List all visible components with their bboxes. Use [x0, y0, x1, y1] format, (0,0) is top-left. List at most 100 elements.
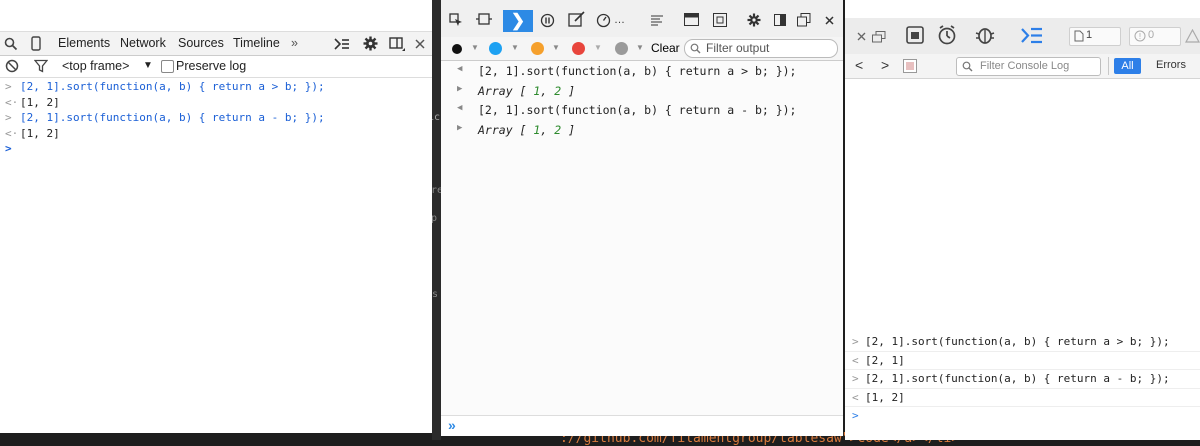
style-editor-icon[interactable] [568, 11, 585, 28]
console-filter-bar: ▼ ▼ ▼ ▼ ▼ Clear Filter output [441, 37, 843, 61]
document-icon [1074, 30, 1084, 42]
more-tabs-button[interactable]: » [291, 36, 298, 50]
scratchpad-icon[interactable] [684, 13, 699, 26]
console-drawer-icon[interactable] [334, 37, 350, 51]
console-row: ▶ Array [ 1, 2 ] [441, 82, 843, 102]
firefox-toolbar: ❯ … [441, 0, 843, 38]
console-input-bar[interactable]: » [441, 415, 843, 436]
chevron-down-icon[interactable]: ▼ [143, 60, 153, 71]
chevron-down-icon[interactable]: ▼ [636, 43, 644, 52]
undock-icon[interactable] [872, 31, 886, 43]
filter-icon[interactable] [34, 59, 48, 73]
array-value-2: 2 [554, 122, 562, 137]
undock-icon[interactable] [797, 13, 811, 27]
close-icon[interactable] [857, 32, 866, 41]
forward-arrow-icon[interactable]: > [881, 57, 889, 73]
tab-network[interactable]: Network [120, 36, 166, 50]
close-icon[interactable] [825, 16, 834, 25]
page-area [0, 0, 432, 31]
preserve-log-label: Preserve log [176, 59, 247, 73]
console-entry-text: [2, 1].sort(function(a, b) { return a > … [20, 80, 325, 93]
array-keyword: Array [478, 122, 513, 137]
input-prompt-icon: > [5, 111, 12, 124]
filter-all-button[interactable]: All [1114, 58, 1141, 74]
console-output: ◀ [2, 1].sort(function(a, b) { return a >… [441, 62, 843, 140]
net-filter-dot[interactable] [452, 44, 462, 54]
warning-icon[interactable] [1185, 29, 1200, 43]
console-prompt-row[interactable]: > [0, 141, 432, 157]
tab-sources[interactable]: Sources [178, 36, 224, 50]
resources-icon[interactable] [906, 26, 924, 44]
svg-text:!: ! [1139, 32, 1141, 41]
console-page-icon [903, 59, 917, 73]
logging-filter-dot[interactable] [615, 42, 628, 55]
dock-side-icon[interactable] [774, 14, 786, 26]
window-titlebar [845, 0, 1200, 18]
output-arrow-icon: < [852, 353, 859, 367]
tab-timeline[interactable]: Timeline [233, 36, 280, 50]
clear-console-icon[interactable] [5, 59, 19, 73]
chevron-down-icon[interactable]: ▼ [552, 43, 560, 52]
filter-placeholder: Filter output [706, 41, 770, 55]
gear-icon[interactable] [363, 36, 378, 51]
firefox-devtools-panel: ❯ … ▼ ▼ ▼ ▼ ▼ Clear Filter output ◀ [2, 1… [441, 0, 843, 436]
console-output: > [2, 1].sort(function(a, b) { return a >… [0, 79, 432, 157]
prompt-caret: > [852, 409, 859, 422]
console-toolbar: <top frame> ▼ Preserve log [0, 55, 432, 78]
frame-selector[interactable]: <top frame> [62, 59, 129, 73]
input-prompt-icon: > [852, 335, 859, 348]
console-row: <· [1, 2] [0, 95, 432, 111]
close-icon[interactable] [415, 39, 425, 49]
console-row: > [2, 1].sort(function(a, b) { return a >… [0, 79, 432, 95]
console-entry-text: [2, 1] [865, 353, 905, 367]
responsive-icon[interactable] [476, 12, 492, 26]
js-filter-dot[interactable] [531, 42, 544, 55]
chevron-down-icon[interactable]: ▼ [594, 43, 602, 52]
preserve-log-checkbox[interactable] [161, 60, 174, 73]
console-row: ◀ [2, 1].sort(function(a, b) { return a -… [441, 101, 843, 121]
input-arrow-icon: ◀ [457, 64, 463, 74]
prompt-caret: » [448, 417, 456, 433]
dock-side-icon[interactable] [389, 37, 406, 52]
network-icon[interactable] [650, 13, 664, 27]
debugger-bug-icon[interactable] [975, 25, 995, 45]
array-value-1: 1 [533, 122, 541, 137]
css-filter-dot[interactable] [489, 42, 502, 55]
console-entry-text: [1, 2] [865, 390, 905, 404]
performance-icon[interactable] [596, 13, 611, 28]
chevron-down-icon[interactable]: ▼ [511, 43, 519, 52]
debugger-icon[interactable] [540, 13, 555, 28]
error-icon: ! [1134, 30, 1146, 42]
filter-console-input[interactable]: Filter Console Log [956, 57, 1101, 76]
devtools-tab-bar: Elements Network Sources Timeline » [0, 31, 432, 56]
document-count: 1 [1086, 29, 1093, 41]
console-entry-text: Array [ 1, 2 ] [478, 122, 575, 137]
tab-elements[interactable]: Elements [58, 36, 110, 50]
search-icon[interactable] [4, 37, 18, 51]
timeline-icon[interactable] [937, 25, 957, 45]
gear-icon[interactable] [747, 13, 761, 27]
console-entry-text: [2, 1].sort(function(a, b) { return a - … [478, 103, 797, 117]
device-mode-icon[interactable] [31, 36, 41, 51]
console-entry-text: [2, 1].sort(function(a, b) { return a > … [478, 64, 797, 78]
filter-errors-button[interactable]: Errors [1156, 59, 1186, 71]
security-filter-dot[interactable] [572, 42, 585, 55]
console-prompt-row[interactable]: > [845, 407, 1200, 425]
output-arrow-icon: <· [5, 126, 19, 140]
clear-button[interactable]: Clear [651, 41, 680, 55]
input-prompt-icon: > [852, 372, 859, 385]
document-count-badge[interactable]: 1 [1069, 27, 1121, 46]
more-tools-icon[interactable]: … [614, 14, 625, 26]
pick-element-icon[interactable] [449, 13, 463, 27]
console-icon[interactable] [1021, 27, 1043, 44]
chevron-down-icon[interactable]: ▼ [471, 43, 479, 52]
back-arrow-icon[interactable]: < [855, 57, 863, 73]
input-arrow-icon: ◀ [457, 103, 463, 113]
screenshot-icon[interactable] [713, 13, 727, 27]
console-entry-text: [2, 1].sort(function(a, b) { return a - … [20, 111, 325, 124]
array-value-1: 1 [533, 83, 541, 98]
error-count-badge[interactable]: ! 0 [1129, 27, 1181, 46]
filter-output-input[interactable]: Filter output [684, 39, 838, 58]
console-tab-button[interactable]: ❯ [503, 10, 533, 32]
console-navigation-bar: < > Filter Console Log All Errors [845, 54, 1200, 79]
